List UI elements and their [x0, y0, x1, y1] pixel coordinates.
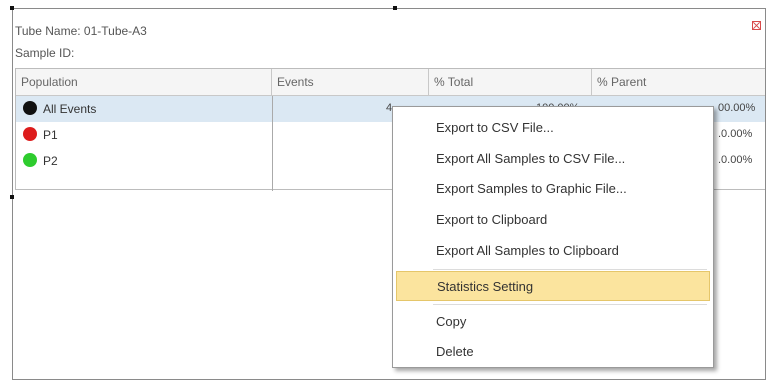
percent-parent-value: 00.00%: [718, 102, 756, 114]
column-header-population[interactable]: Population: [16, 69, 272, 95]
column-header-percent-parent[interactable]: % Parent: [592, 69, 766, 95]
sample-id-label: Sample ID:: [15, 46, 75, 60]
menu-item-export-graphic[interactable]: Export Samples to Graphic File...: [396, 174, 710, 204]
population-label: P1: [43, 128, 58, 142]
tube-name-label: Tube Name: 01-Tube-A3: [15, 24, 147, 38]
context-menu: Export to CSV File... Export All Samples…: [392, 106, 714, 368]
table-header: Population Events % Total % Parent: [16, 69, 765, 96]
resize-handle-top[interactable]: [393, 6, 397, 10]
percent-parent-value: .0.00%: [718, 154, 753, 166]
population-color-dot: [23, 127, 37, 141]
column-header-events[interactable]: Events: [272, 69, 429, 95]
population-color-dot: [23, 101, 37, 115]
close-icon[interactable]: [752, 21, 761, 30]
resize-handle-top-left[interactable]: [10, 6, 14, 10]
menu-item-export-all-clipboard[interactable]: Export All Samples to Clipboard: [396, 236, 710, 266]
menu-item-export-clipboard[interactable]: Export to Clipboard: [396, 205, 710, 235]
menu-item-statistics-setting[interactable]: Statistics Setting: [396, 271, 710, 301]
menu-item-delete[interactable]: Delete: [396, 337, 710, 367]
menu-item-export-csv[interactable]: Export to CSV File...: [396, 113, 710, 143]
percent-parent-value: .0.00%: [718, 128, 753, 140]
menu-separator: [433, 304, 707, 305]
menu-separator: [433, 269, 707, 270]
column-header-percent-total[interactable]: % Total: [429, 69, 592, 95]
menu-item-copy[interactable]: Copy: [396, 307, 710, 337]
menu-item-export-all-csv[interactable]: Export All Samples to CSV File...: [396, 144, 710, 174]
population-label: All Events: [43, 102, 97, 116]
population-label: P2: [43, 154, 58, 168]
population-color-dot: [23, 153, 37, 167]
column-divider: [272, 96, 273, 191]
resize-handle-left[interactable]: [10, 195, 14, 199]
